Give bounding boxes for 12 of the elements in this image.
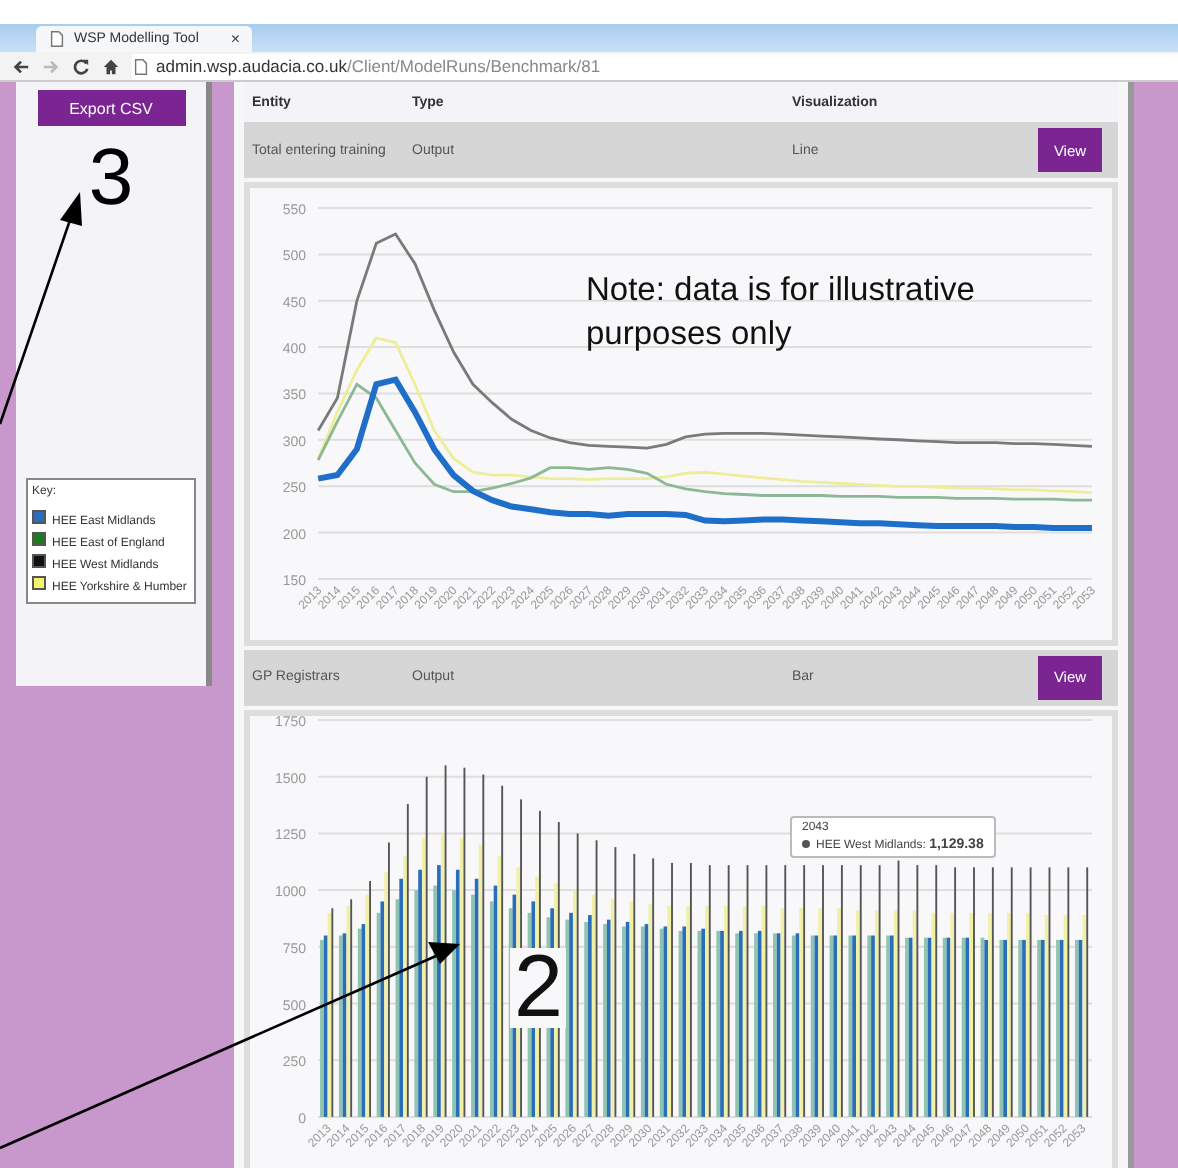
- annotation-note: Note: data is for illustrative purposes only: [586, 270, 977, 356]
- annotation-number: 3: [88, 134, 134, 222]
- export-button[interactable]: Export CSV: [37, 90, 185, 126]
- home-icon[interactable]: [102, 57, 120, 75]
- page-icon: [48, 30, 66, 48]
- close-icon[interactable]: ×: [230, 30, 240, 48]
- back-icon[interactable]: [12, 57, 30, 75]
- reload-icon[interactable]: [72, 57, 90, 75]
- series-dot-icon: [802, 840, 810, 849]
- address-bar[interactable]: admin.wsp.audacia.co.uk/Client/ModelRuns/Benchmark/81: [132, 53, 1178, 79]
- page-icon: [132, 57, 150, 75]
- annotation-number: 2: [510, 947, 567, 1028]
